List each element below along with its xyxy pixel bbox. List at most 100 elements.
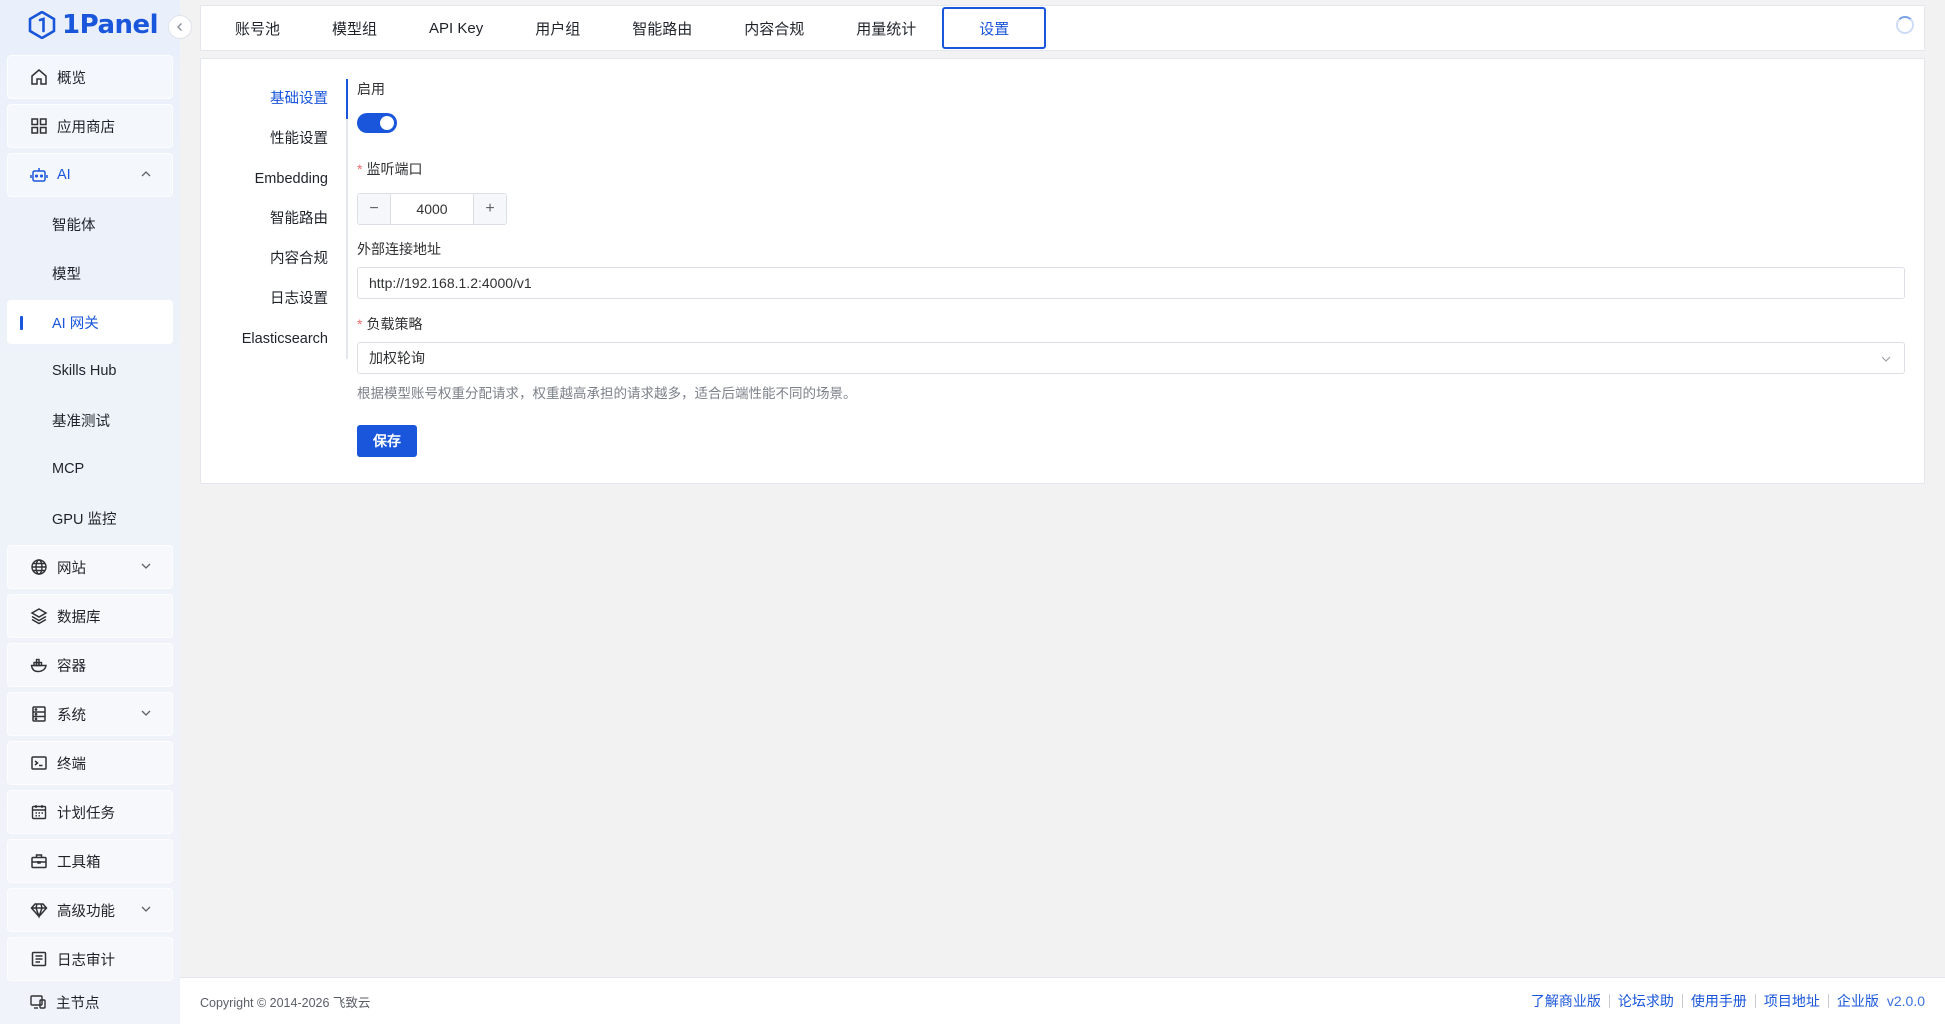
port-increment-button[interactable]: +	[473, 194, 506, 224]
collapse-sidebar-button[interactable]	[168, 15, 192, 39]
port-decrement-button[interactable]: −	[358, 194, 391, 224]
sidebar-item-database[interactable]: 数据库	[7, 594, 173, 638]
strategy-label: * 负载策略	[357, 314, 1907, 334]
required-mark: *	[357, 161, 363, 177]
loading-spinner-icon	[1896, 16, 1914, 34]
sidebar-item-label: AI	[57, 167, 71, 183]
external-address-input[interactable]: http://192.168.1.2:4000/v1	[357, 267, 1905, 299]
footer-links: 了解商业版 论坛求助 使用手册 项目地址 企业版 v2.0.0	[1523, 991, 1925, 1011]
sidebar-item-toolbox[interactable]: 工具箱	[7, 839, 173, 883]
sidebar-item-benchmark[interactable]: 基准测试	[7, 398, 173, 442]
tab-account-pool[interactable]: 账号池	[209, 7, 306, 49]
subnav-content-compliance[interactable]: 内容合规	[201, 239, 348, 279]
chevron-down-icon	[141, 710, 151, 716]
tab-user-groups[interactable]: 用户组	[509, 7, 606, 49]
chevron-up-icon	[141, 171, 151, 177]
sidebar-item-label: 基准测试	[52, 413, 110, 430]
enable-toggle[interactable]	[357, 113, 397, 133]
sidebar-item-ai-gateway[interactable]: AI 网关	[7, 300, 173, 344]
logo-mark-icon	[28, 11, 56, 39]
docker-icon	[30, 656, 48, 674]
sidebar-item-overview[interactable]: 概览	[7, 55, 173, 99]
logo-text: 1Panel	[62, 10, 159, 40]
calendar-icon	[30, 803, 48, 821]
subnav-log-settings[interactable]: 日志设置	[201, 279, 348, 319]
sidebar-menu: 概览 应用商店 AI 智能体 模型 AI 网关 Skills Hub 基准测试 …	[7, 55, 173, 986]
sidebar-item-skills-hub[interactable]: Skills Hub	[7, 349, 173, 393]
copyright-text: Copyright © 2014-2026 飞致云	[200, 996, 371, 1010]
settings-subnav: 基础设置 性能设置 Embedding 智能路由 内容合规 日志设置 Elast…	[201, 79, 348, 359]
node-switcher[interactable]: 主节点	[7, 980, 173, 1024]
link-manual[interactable]: 使用手册	[1683, 991, 1755, 1011]
sidebar-item-models[interactable]: 模型	[7, 251, 173, 295]
sidebar-item-container[interactable]: 容器	[7, 643, 173, 687]
sidebar-item-label: GPU 监控	[52, 511, 117, 528]
required-mark: *	[357, 316, 363, 332]
link-enterprise[interactable]: 企业版	[1829, 991, 1879, 1011]
tab-smart-routing[interactable]: 智能路由	[606, 7, 718, 49]
subnav-elasticsearch[interactable]: Elasticsearch	[201, 319, 348, 359]
strategy-select[interactable]: 加权轮询	[357, 342, 1905, 374]
sidebar-item-label: 高级功能	[57, 903, 115, 920]
chevron-down-icon	[1881, 356, 1891, 362]
subnav-embedding[interactable]: Embedding	[201, 159, 348, 199]
sidebar-item-gpu-monitor[interactable]: GPU 监控	[7, 496, 173, 540]
subnav-smart-routing[interactable]: 智能路由	[201, 199, 348, 239]
sidebar-item-label: MCP	[52, 461, 85, 477]
sidebar-item-system[interactable]: 系统	[7, 692, 173, 736]
sidebar-item-label: 数据库	[57, 609, 101, 626]
link-commercial[interactable]: 了解商业版	[1523, 991, 1609, 1011]
server-icon	[30, 705, 48, 723]
link-project[interactable]: 项目地址	[1756, 991, 1828, 1011]
strategy-label-text: 负载策略	[366, 316, 423, 332]
log-icon	[30, 950, 48, 968]
sidebar-item-label: Skills Hub	[52, 363, 117, 379]
footer: Copyright © 2014-2026 飞致云 了解商业版 论坛求助 使用手…	[180, 977, 1945, 1024]
terminal-icon	[30, 754, 48, 772]
sidebar: 1Panel 概览 应用商店 AI 智能体 模型 AI 网关 Skills Hu…	[0, 0, 192, 1024]
strategy-hint: 根据模型账号权重分配请求，权重越高承担的请求越多，适合后端性能不同的场景。	[357, 386, 857, 401]
subnav-basic-settings[interactable]: 基础设置	[201, 79, 348, 119]
version-text: v2.0.0	[1886, 993, 1925, 1009]
gateway-tabs: 账号池 模型组 API Key 用户组 智能路由 内容合规 用量统计 设置	[200, 5, 1925, 51]
tab-content-compliance[interactable]: 内容合规	[718, 7, 830, 49]
sidebar-item-log-audit[interactable]: 日志审计	[7, 937, 173, 981]
sidebar-item-label: 应用商店	[57, 119, 115, 136]
sidebar-item-label: 网站	[57, 560, 86, 577]
sidebar-item-mcp[interactable]: MCP	[7, 447, 173, 491]
sidebar-item-label: 工具箱	[57, 854, 101, 871]
tab-api-key[interactable]: API Key	[403, 7, 509, 49]
sidebar-item-ai[interactable]: AI	[7, 153, 173, 197]
tab-model-groups[interactable]: 模型组	[306, 7, 403, 49]
port-input[interactable]: 4000	[391, 194, 473, 224]
save-button[interactable]: 保存	[357, 425, 417, 457]
sidebar-item-advanced[interactable]: 高级功能	[7, 888, 173, 932]
sidebar-item-cron-jobs[interactable]: 计划任务	[7, 790, 173, 834]
logo[interactable]: 1Panel	[28, 8, 159, 42]
sidebar-item-label: 容器	[57, 658, 86, 675]
external-address-label: 外部连接地址	[357, 241, 441, 257]
sidebar-item-label: 日志审计	[57, 952, 115, 969]
link-forum[interactable]: 论坛求助	[1610, 991, 1682, 1011]
sidebar-item-terminal[interactable]: 终端	[7, 741, 173, 785]
strategy-select-value: 加权轮询	[369, 350, 425, 366]
diamond-icon	[30, 901, 48, 919]
sidebar-item-label: 模型	[52, 266, 81, 283]
node-label: 主节点	[56, 995, 100, 1012]
port-label: * 监听端口	[357, 159, 1907, 179]
basic-settings-form: 启用 * 监听端口 − 4000 + 外部连接地址 http://192.168.…	[357, 79, 1907, 457]
sidebar-item-app-store[interactable]: 应用商店	[7, 104, 173, 148]
sidebar-item-label: 终端	[57, 756, 86, 773]
sidebar-item-website[interactable]: 网站	[7, 545, 173, 589]
globe-icon	[30, 558, 48, 576]
sidebar-item-label: 智能体	[52, 217, 96, 234]
grid-icon	[30, 117, 48, 135]
sidebar-item-label: AI 网关	[52, 315, 99, 332]
chevron-down-icon	[141, 563, 151, 569]
subnav-performance[interactable]: 性能设置	[201, 119, 348, 159]
sidebar-item-agents[interactable]: 智能体	[7, 202, 173, 246]
tab-settings[interactable]: 设置	[942, 7, 1047, 49]
tab-usage-stats[interactable]: 用量统计	[830, 7, 942, 49]
enable-label: 启用	[357, 81, 385, 97]
sidebar-item-label: 计划任务	[57, 805, 115, 822]
